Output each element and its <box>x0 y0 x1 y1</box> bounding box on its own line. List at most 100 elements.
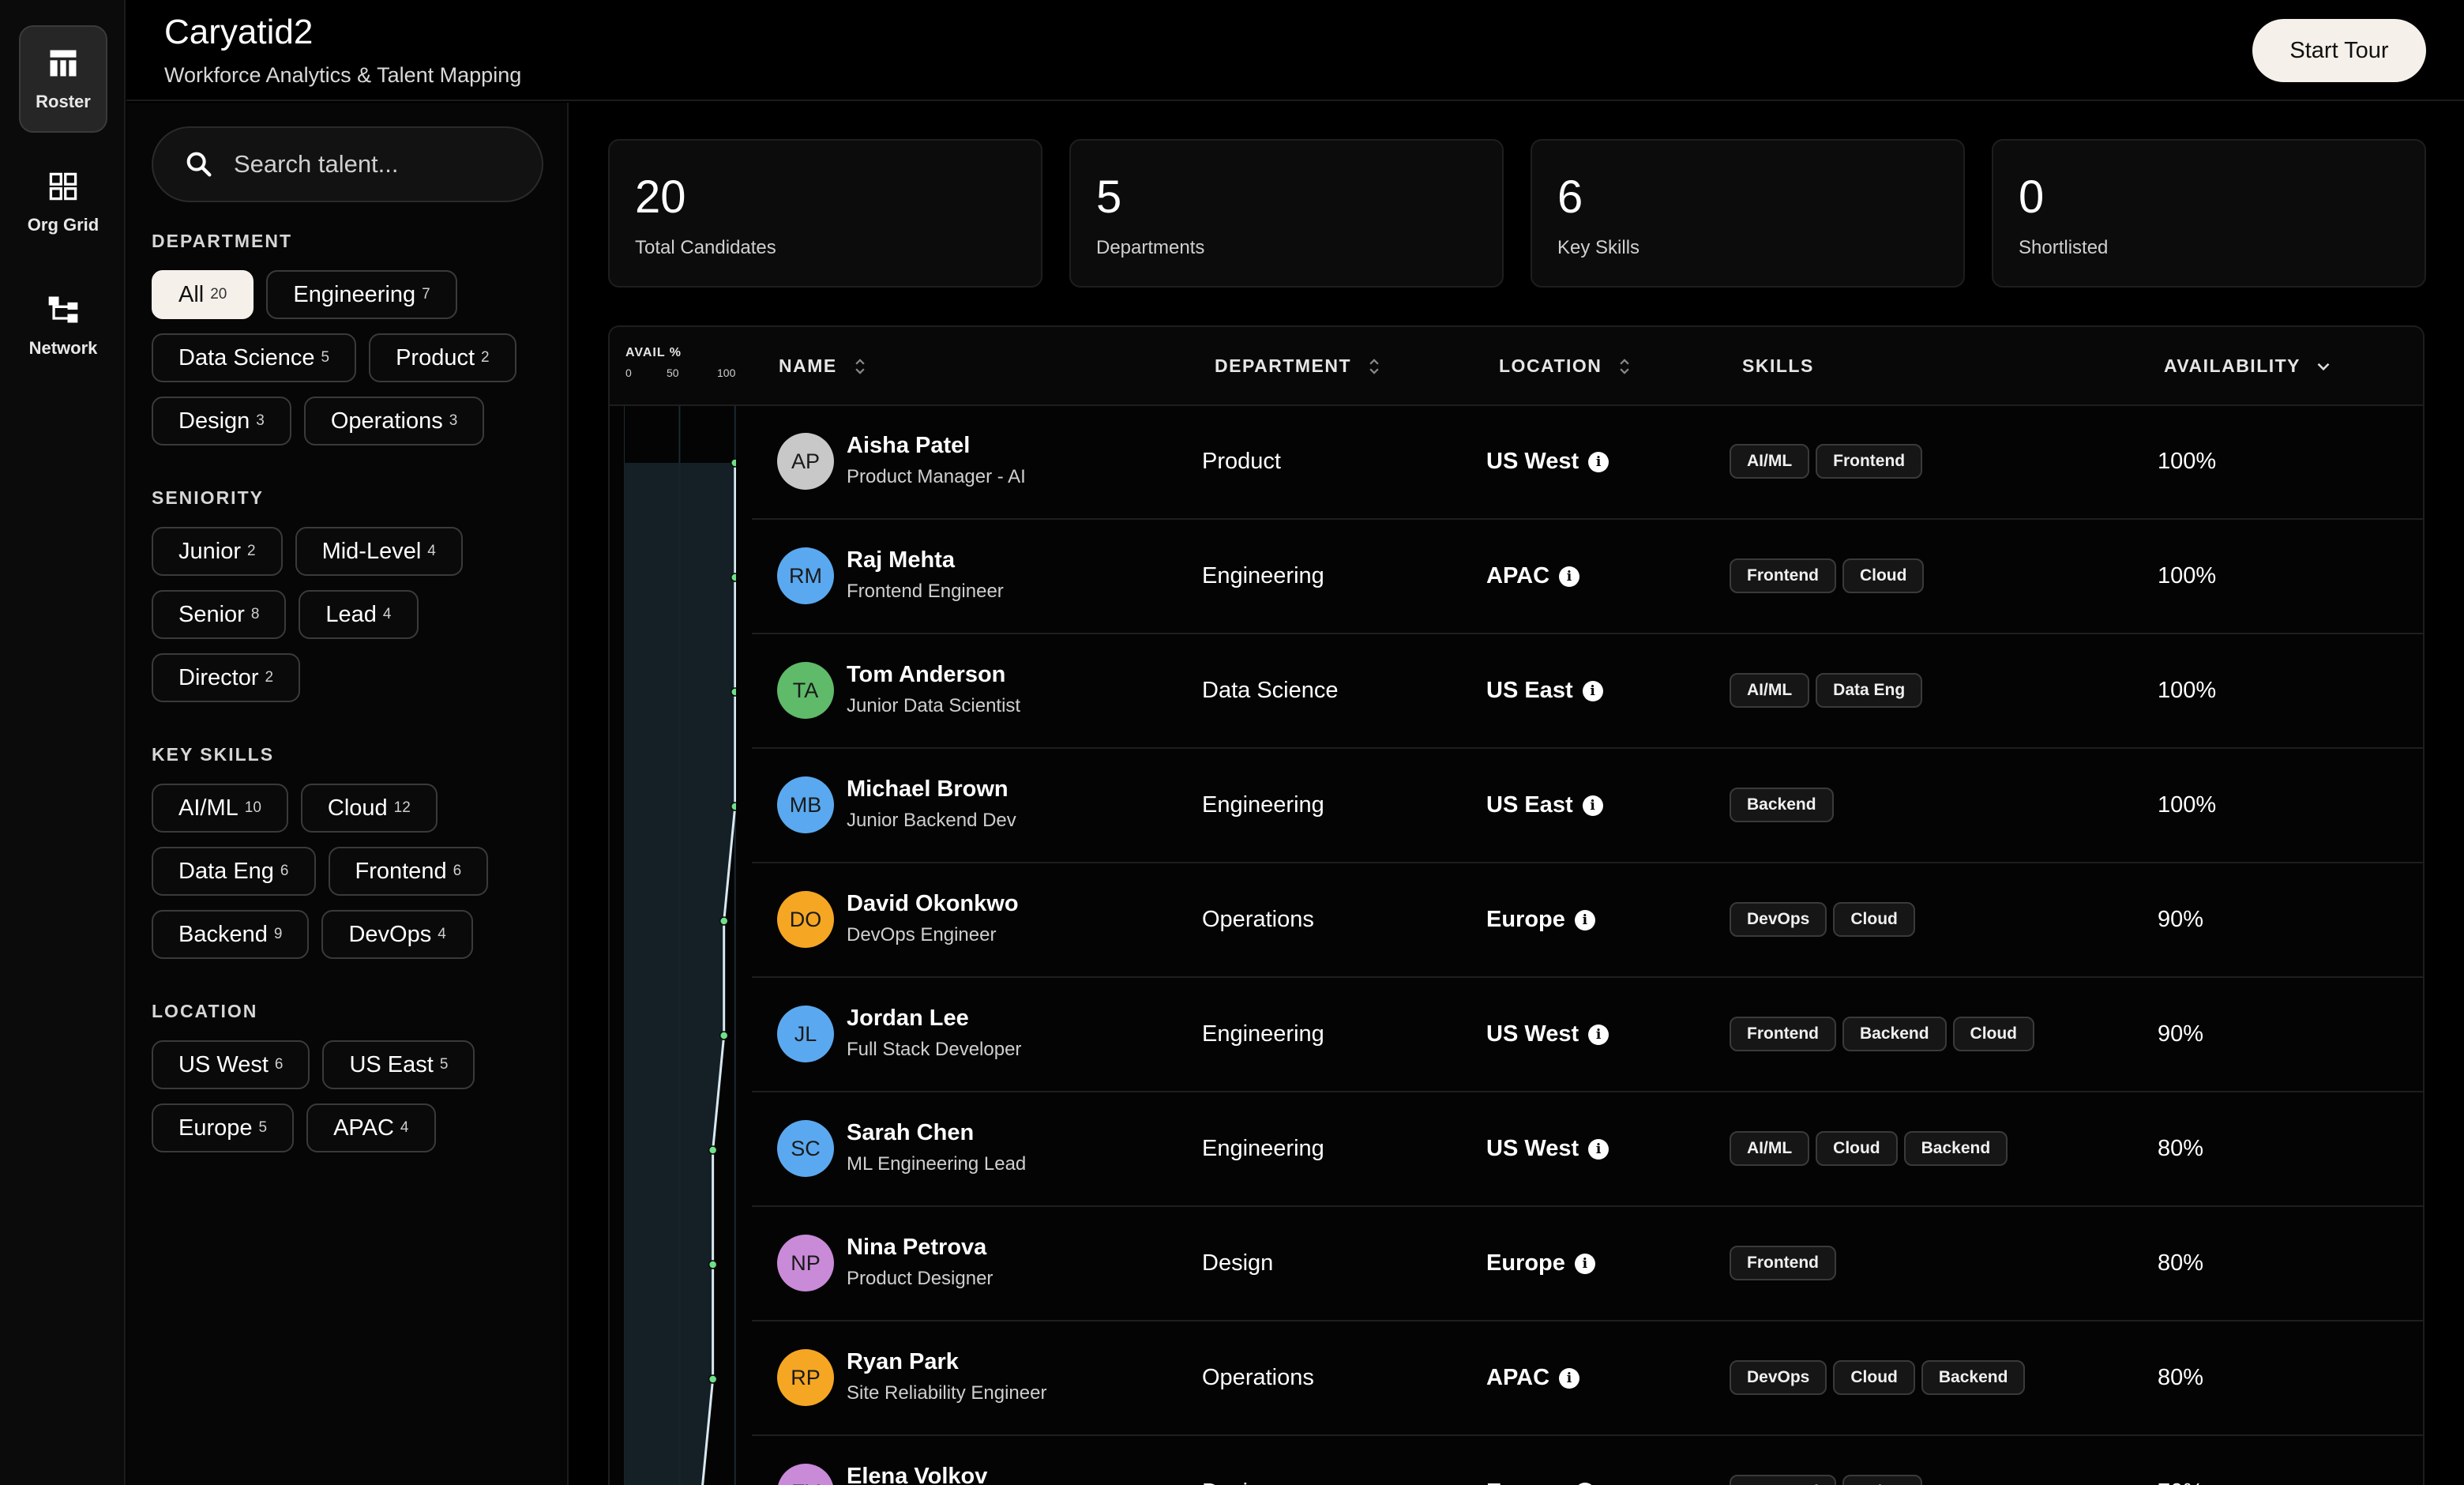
candidate-name: Ryan Park <box>847 1349 959 1374</box>
chip-count: 6 <box>453 863 462 879</box>
column-header-department[interactable]: DEPARTMENT <box>1215 355 1383 377</box>
location-section-title: LOCATION <box>152 1001 258 1021</box>
candidate-department: Design <box>1202 1250 1274 1276</box>
avatar: JL <box>777 1006 834 1062</box>
table-row[interactable]: AP Aisha Patel Product Manager - AI Prod… <box>752 406 2423 520</box>
skill-tag: Backend <box>1842 1017 1947 1051</box>
skill-tag: AI/ML <box>1730 1131 1810 1166</box>
candidate-department: Engineering <box>1202 1021 1324 1047</box>
skill-tag: Backend <box>1921 1360 2026 1395</box>
info-icon[interactable]: i <box>1559 566 1580 587</box>
spark-point <box>731 458 736 468</box>
skill-tags: Backend <box>1730 788 1834 822</box>
candidates-table: AVAIL % 0 50 100 NAME DEPARTMENT LOCATIO… <box>608 325 2425 1485</box>
filter-chip-engineering[interactable]: Engineering 7 <box>266 270 457 319</box>
skills-section-title: KEY SKILLS <box>152 744 275 765</box>
candidate-role: DevOps Engineer <box>847 924 997 946</box>
column-header-location[interactable]: LOCATION <box>1499 355 1633 377</box>
filter-chip-europe[interactable]: Europe 5 <box>152 1103 295 1152</box>
filter-chip-junior[interactable]: Junior 2 <box>152 527 283 576</box>
info-icon[interactable]: i <box>1574 1482 1595 1485</box>
rail-item-roster[interactable]: Roster <box>19 25 107 133</box>
chip-count: 5 <box>439 1056 449 1073</box>
candidate-name: Tom Anderson <box>847 662 1006 687</box>
table-row[interactable]: SC Sarah Chen ML Engineering Lead Engine… <box>752 1093 2423 1207</box>
filter-chip-backend[interactable]: Backend 9 <box>152 910 310 959</box>
chip-count: 5 <box>321 349 330 366</box>
chip-label: Backend <box>178 921 268 947</box>
table-row[interactable]: MB Michael Brown Junior Backend Dev Engi… <box>752 750 2423 863</box>
table-row[interactable]: RP Ryan Park Site Reliability Engineer O… <box>752 1322 2423 1436</box>
filter-chip-us-east[interactable]: US East 5 <box>322 1040 475 1089</box>
candidate-role: Junior Backend Dev <box>847 810 1016 831</box>
location-label: APAC <box>1486 563 1550 588</box>
filter-chip-operations[interactable]: Operations 3 <box>303 397 485 446</box>
seniority-section-title: SENIORITY <box>152 487 264 508</box>
chip-count: 4 <box>438 926 446 942</box>
filter-chip-cloud[interactable]: Cloud 12 <box>300 784 438 833</box>
filter-chip-ai-ml[interactable]: AI/ML 10 <box>152 784 288 833</box>
candidate-location: Europe i <box>1486 1479 1595 1485</box>
chip-count: 5 <box>258 1119 268 1136</box>
table-row[interactable]: EV Elena Volkov Design Europe i Frontend… <box>752 1437 2423 1485</box>
table-row[interactable]: NP Nina Petrova Product Designer Design … <box>752 1208 2423 1321</box>
info-icon[interactable]: i <box>1588 451 1609 472</box>
start-tour-button[interactable]: Start Tour <box>2252 19 2426 82</box>
filter-chip-apac[interactable]: APAC 4 <box>306 1103 436 1152</box>
column-header-name[interactable]: NAME <box>779 355 869 377</box>
chip-count: 3 <box>449 412 458 429</box>
filter-chip-product[interactable]: Product 2 <box>369 333 516 382</box>
info-icon[interactable]: i <box>1588 1024 1609 1045</box>
candidate-availability: 70% <box>2158 1479 2203 1485</box>
info-icon[interactable]: i <box>1574 909 1595 930</box>
info-icon[interactable]: i <box>1559 1367 1580 1389</box>
chip-count: 2 <box>247 543 256 559</box>
info-icon[interactable]: i <box>1582 680 1603 701</box>
grid-icon <box>49 172 77 201</box>
table-icon <box>50 50 77 77</box>
filter-chip-design[interactable]: Design 3 <box>152 397 291 446</box>
column-header-availability[interactable]: AVAILABILITY <box>2164 355 2332 377</box>
filter-chip-director[interactable]: Director 2 <box>152 653 301 702</box>
search-box[interactable] <box>152 126 543 202</box>
avatar: RP <box>777 1349 834 1406</box>
rail-item-org-grid[interactable]: Org Grid <box>19 148 107 256</box>
candidate-role: Site Reliability Engineer <box>847 1382 1047 1404</box>
info-icon[interactable]: i <box>1582 795 1603 816</box>
skill-tags: DevOps Cloud Backend <box>1730 1360 2026 1395</box>
table-row[interactable]: DO David Okonkwo DevOps Engineer Operati… <box>752 864 2423 978</box>
info-icon[interactable]: i <box>1574 1253 1595 1274</box>
candidate-department: Design <box>1202 1479 1273 1485</box>
filter-sidebar: DEPARTMENT All 20 Engineering 7 Data Science… <box>126 103 569 1485</box>
table-row[interactable]: RM Raj Mehta Frontend Engineer Engineeri… <box>752 521 2423 634</box>
skill-tags: Frontend Backend Cloud <box>1730 1017 2035 1051</box>
filter-chip-senior[interactable]: Senior 8 <box>152 590 287 639</box>
column-label: AVAILABILITY <box>2164 355 2301 376</box>
info-icon[interactable]: i <box>1588 1138 1609 1160</box>
candidate-department: Engineering <box>1202 792 1324 818</box>
skill-tag: Backend <box>1903 1131 2008 1166</box>
filter-chip-devops[interactable]: DevOps 4 <box>321 910 473 959</box>
search-input[interactable] <box>234 150 518 179</box>
chip-label: US West <box>178 1051 269 1077</box>
chip-count: 20 <box>210 286 227 303</box>
filter-chip-frontend[interactable]: Frontend 6 <box>328 847 489 896</box>
candidate-role: Product Designer <box>847 1268 993 1289</box>
stat-card-departments: 5 Departments <box>1069 139 1504 288</box>
table-row[interactable]: JL Jordan Lee Full Stack Developer Engin… <box>752 979 2423 1092</box>
filter-chip-us-west[interactable]: US West 6 <box>152 1040 310 1089</box>
avatar: EV <box>777 1464 834 1485</box>
candidate-role: Product Manager - AI <box>847 466 1026 487</box>
table-row[interactable]: TA Tom Anderson Junior Data Scientist Da… <box>752 635 2423 749</box>
spark-point <box>708 1374 718 1384</box>
filter-chip-lead[interactable]: Lead 4 <box>299 590 419 639</box>
filter-chip-all[interactable]: All 20 <box>152 270 254 319</box>
skill-tag: AI/ML <box>1842 1475 1923 1485</box>
filter-chip-mid-level[interactable]: Mid-Level 4 <box>295 527 463 576</box>
filter-chip-data-eng[interactable]: Data Eng 6 <box>152 847 316 896</box>
spark-point <box>731 802 736 811</box>
chip-count: 4 <box>382 606 392 622</box>
chip-label: Europe <box>178 1115 253 1141</box>
filter-chip-data-science[interactable]: Data Science 5 <box>152 333 357 382</box>
rail-item-network[interactable]: Network <box>19 272 107 379</box>
